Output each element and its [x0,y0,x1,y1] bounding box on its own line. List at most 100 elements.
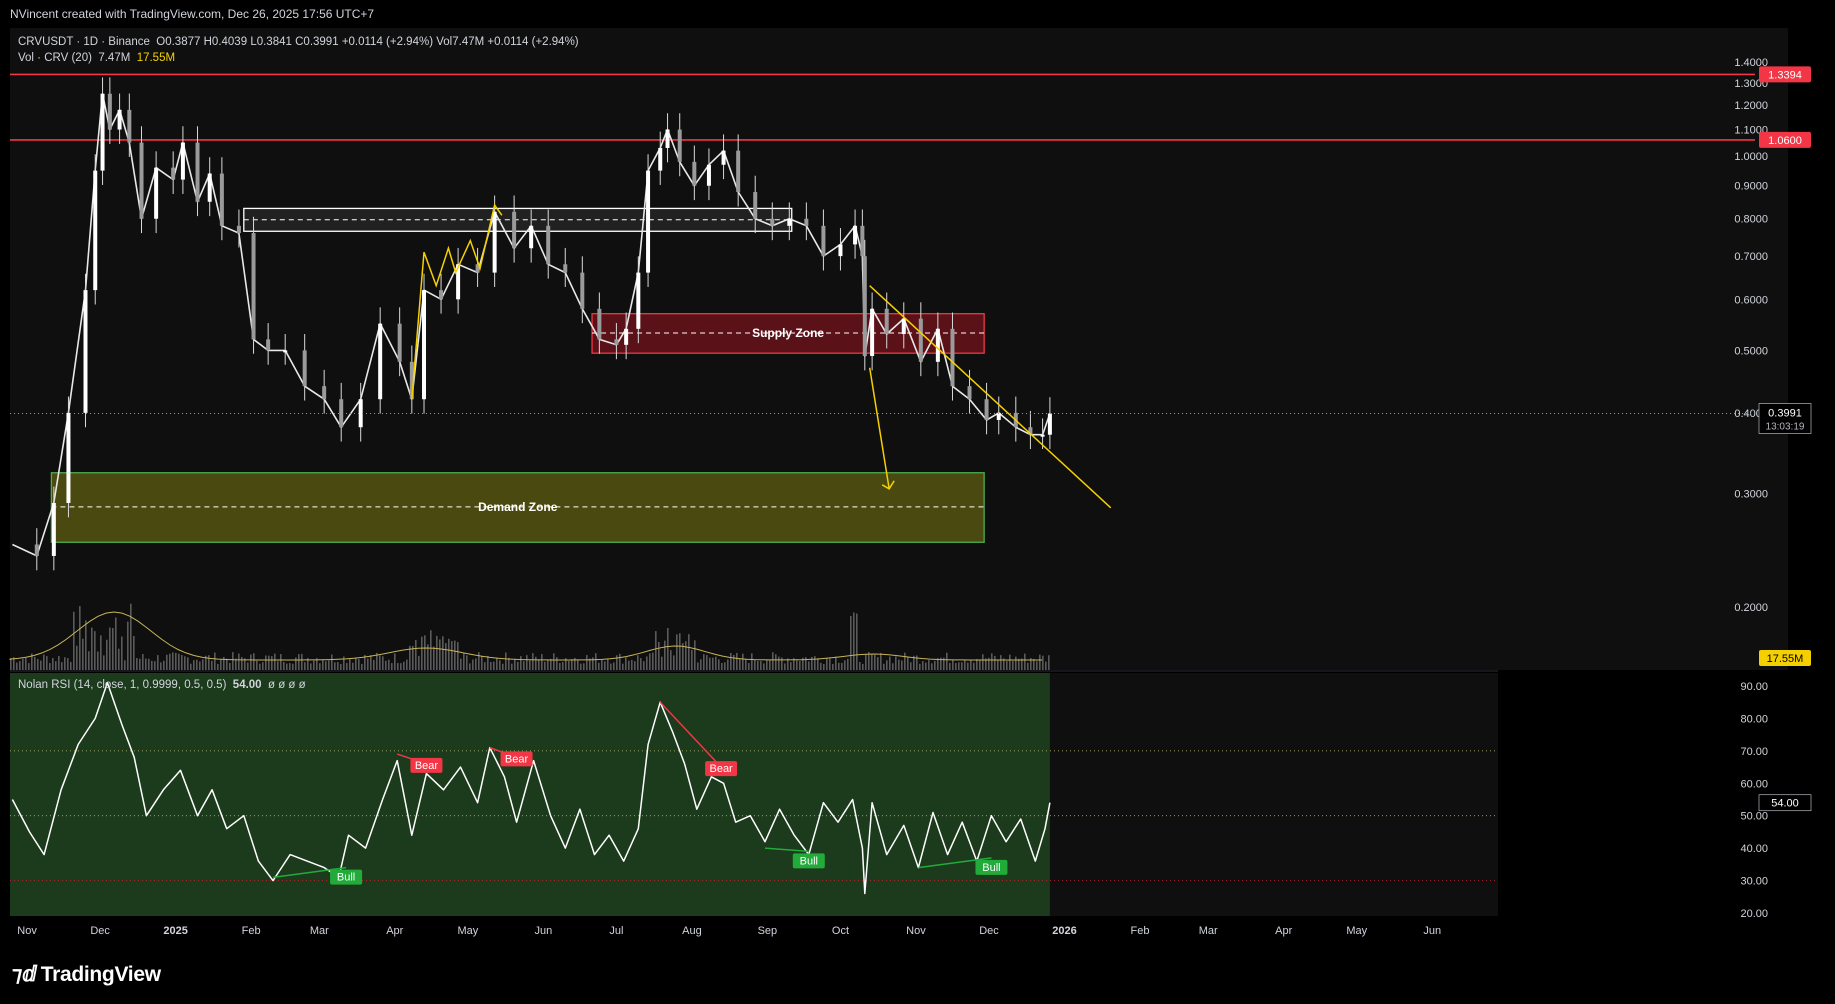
volume-bar [19,661,21,670]
volume-bar [82,638,84,670]
volume-bar [433,646,435,670]
volume-bar [838,662,840,670]
volume-bar [964,660,966,670]
volume-bar [58,655,60,670]
volume-bar [853,612,855,670]
volume-bar [868,652,870,670]
price-tick-label: 0.6000 [1734,294,1768,306]
volume-bar [688,634,690,670]
volume-bar [748,662,750,670]
volume-bar [718,659,720,670]
volume-bar [187,657,189,670]
volume-bar [832,663,834,670]
tradingview-logo[interactable]: ⁊ⅆ TradingView [12,962,161,987]
low-value: 0.3841 [256,36,292,48]
volume-bar [457,642,459,670]
volume-bar [892,663,894,670]
volume-bar [919,663,921,670]
volume-bar [424,635,426,670]
volume-bar [517,661,519,670]
candle-body [967,386,972,400]
candle-body [753,192,758,219]
volume-bar [823,663,825,670]
candle-body [658,147,663,171]
volume-bar [37,659,39,670]
candle-body [117,109,122,130]
volume-bar [682,643,684,670]
volume-bar [922,661,924,670]
volume-bar [16,662,18,670]
time-tick-label: Dec [979,925,999,937]
candle-body [950,328,955,387]
volume-bar [736,652,738,670]
volume-bar [76,645,78,670]
volume-bar [784,663,786,670]
volume-bar [535,656,537,670]
volume-bar [400,663,402,670]
volume-bar [925,662,927,670]
volume-bar [94,631,96,670]
divergence-badge-label: Bear [415,760,439,772]
volume-bar [199,661,201,670]
volume-bar [856,613,858,670]
volume-bar [460,658,462,670]
candle-body [838,244,843,257]
volume-bar [760,661,762,670]
volume-bar [346,662,348,670]
candle-body [397,323,402,362]
volume-bar [493,661,495,670]
volume-bar [724,662,726,670]
candle-body [614,339,619,345]
volume-ma-tag-label: 17.55M [1767,653,1804,665]
volume-bar [694,640,696,670]
volume-bar [1045,661,1047,670]
volume-bar [319,663,321,670]
countdown-label: 13:03:19 [1766,421,1805,432]
chart-canvas[interactable]: 1.40001.30001.20001.10001.00000.90000.80… [0,28,1835,950]
volume-bar [796,660,798,670]
volume-bar [361,663,363,670]
rsi-tick-label: 70.00 [1740,746,1768,758]
volume-bar [259,663,261,670]
attribution-bar: NVincent created with TradingView.com, D… [0,0,1835,28]
volume-bar [25,657,27,670]
candle-body [322,386,327,400]
volume-bar [520,656,522,670]
volume-bar [547,659,549,670]
time-tick-label: May [1346,925,1367,937]
close-value: 0.3991 [303,36,339,48]
volume-bar [910,662,912,670]
symbol-label: CRVUSDT · 1D · Binance [18,36,150,48]
volume-bar [595,653,597,670]
volume-bar [436,635,438,670]
volume-bar [727,659,729,670]
volume-bar [613,662,615,670]
candle-body [787,218,792,226]
volume-bar [1024,653,1026,670]
divergence-badge-label: Bear [709,763,733,775]
volume-bar [286,663,288,670]
volume-bar [580,663,582,670]
volume-bar [976,659,978,670]
volume-bar [679,633,681,670]
time-tick-label: Apr [1275,925,1292,937]
candle-body [422,290,427,400]
candle-body [862,256,867,357]
volume-bar [523,661,525,670]
volume-bar [403,661,405,670]
candle-body [127,109,132,143]
candle-body [692,161,697,186]
volume-bar [1015,656,1017,670]
volume-bar [571,659,573,670]
candle-body [646,170,651,273]
volume-bar [439,639,441,670]
volume-bar [469,663,471,670]
volume-bar [253,653,255,670]
volume-bar [289,663,291,670]
volume-bar [712,657,714,670]
volume-bar [883,663,885,670]
candle-body [439,290,444,300]
volume-bar [430,630,432,670]
volume-bar [172,652,174,670]
high-label: H [203,36,212,48]
